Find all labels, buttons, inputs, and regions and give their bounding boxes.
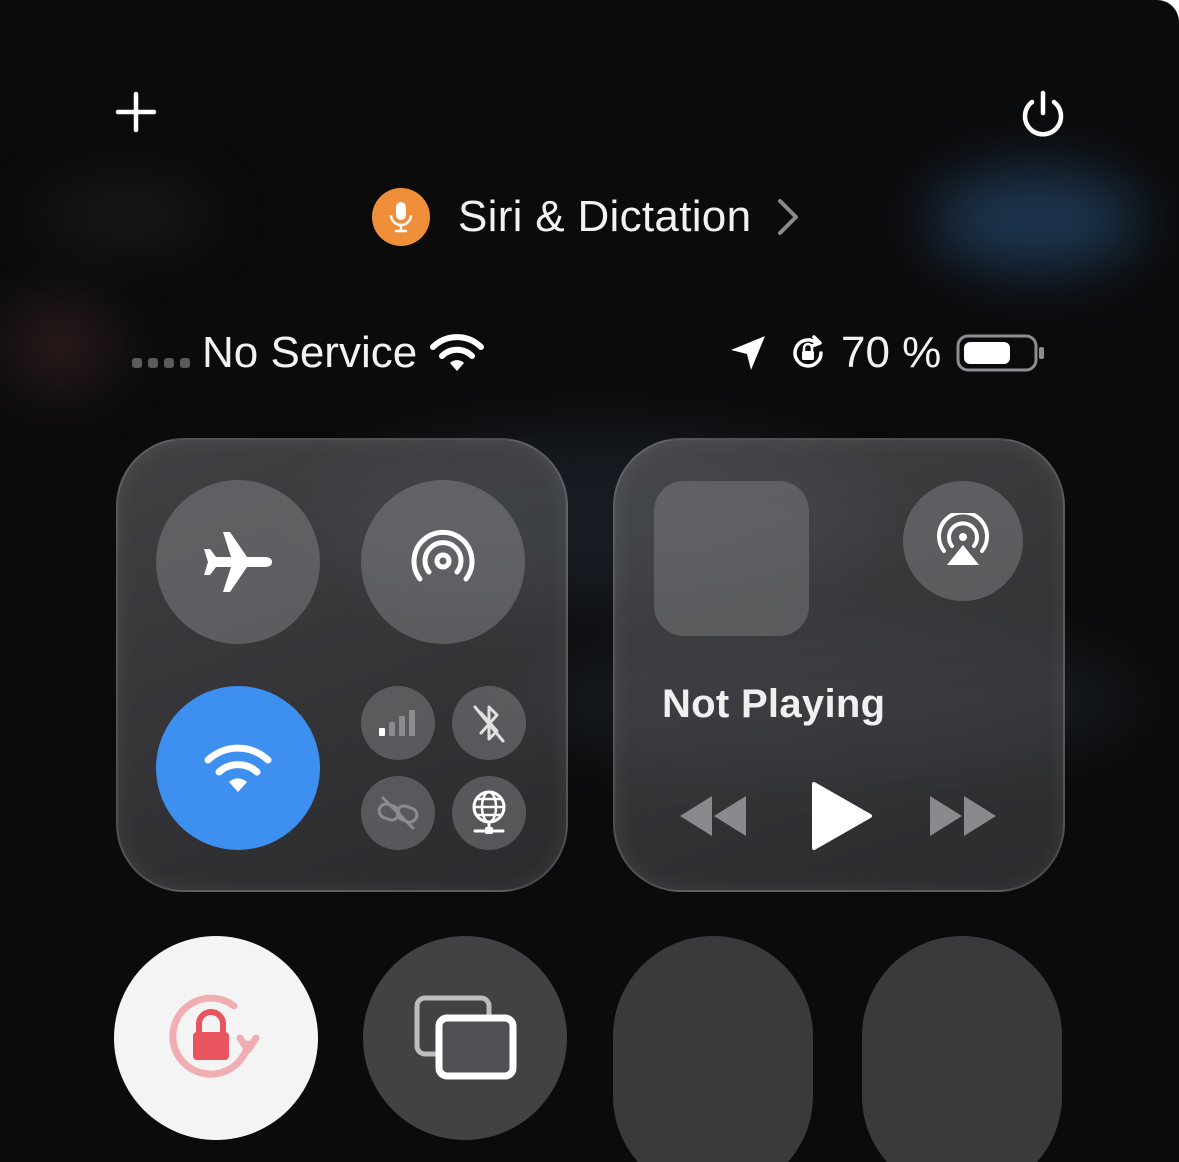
airplane-mode-toggle[interactable] (156, 480, 320, 644)
siri-dictation-label: Siri & Dictation (458, 192, 752, 241)
carrier-label: No Service (202, 328, 418, 377)
background-blur (40, 190, 210, 240)
background-blur (5, 300, 115, 390)
wifi-toggle[interactable] (156, 686, 320, 850)
siri-dictation-row[interactable]: Siri & Dictation (372, 187, 801, 247)
rewind-button[interactable] (676, 792, 748, 840)
airdrop-icon (411, 529, 475, 582)
play-button[interactable] (808, 780, 874, 852)
screen-mirroring-button[interactable] (363, 936, 567, 1140)
volume-slider[interactable] (862, 936, 1062, 1162)
battery-icon (956, 334, 1045, 372)
battery-percent-label: 70 % (841, 328, 942, 377)
cellular-signal-icon (379, 710, 415, 736)
chevron-right-icon (778, 199, 799, 235)
play-icon (812, 782, 872, 850)
airplane-icon (204, 532, 272, 592)
airplay-button[interactable] (903, 481, 1023, 601)
now-playing-status: Not Playing (662, 682, 886, 726)
status-bar-right: 70 % (727, 328, 1047, 378)
siri-badge (372, 188, 430, 246)
fast-forward-button[interactable] (928, 792, 1000, 840)
rewind-icon (680, 796, 746, 836)
bluetooth-off-icon (473, 705, 505, 743)
location-arrow-icon (731, 336, 765, 370)
background-blur (930, 170, 1140, 270)
wifi-icon (204, 744, 272, 792)
personal-hotspot-toggle[interactable] (361, 776, 435, 850)
album-artwork (654, 481, 809, 636)
power-icon (1022, 90, 1064, 137)
wifi-status-icon (430, 334, 485, 371)
power-button[interactable] (1017, 88, 1069, 140)
add-control-button[interactable] (114, 90, 158, 134)
screen-mirroring-icon (414, 995, 517, 1080)
fast-forward-icon (930, 796, 996, 836)
status-bar-left: No Service (132, 328, 485, 378)
control-center: Siri & Dictation No Service 70 % Not Pla… (0, 0, 1179, 1162)
brightness-slider[interactable] (613, 936, 813, 1162)
orientation-lock-status-icon (793, 335, 823, 368)
cellular-data-toggle[interactable] (361, 686, 435, 760)
orientation-lock-icon (169, 994, 260, 1078)
airdrop-toggle[interactable] (361, 480, 525, 644)
plus-icon (115, 91, 157, 133)
orientation-lock-toggle[interactable] (114, 936, 318, 1140)
bluetooth-toggle[interactable] (452, 686, 526, 760)
microphone-icon (389, 202, 413, 233)
airplay-audio-icon (937, 513, 989, 565)
globe-network-icon (472, 790, 506, 834)
link-off-icon (377, 796, 419, 830)
vpn-toggle[interactable] (452, 776, 526, 850)
signal-dots-icon (132, 358, 190, 368)
